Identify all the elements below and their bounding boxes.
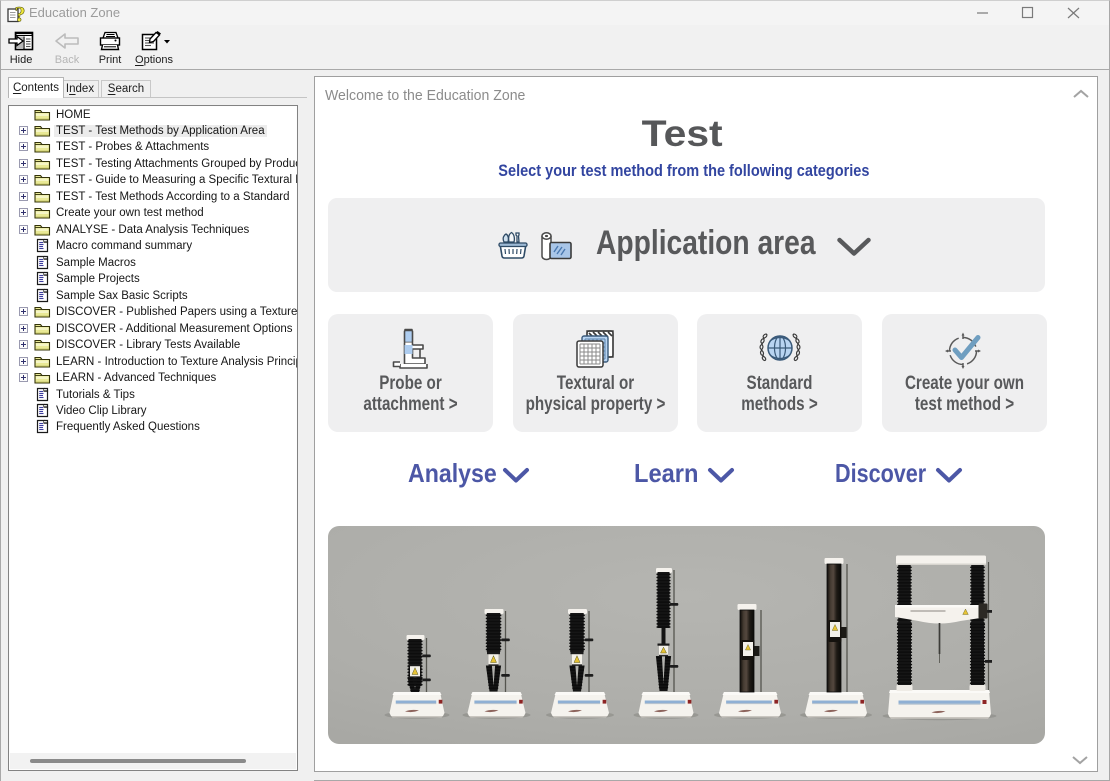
svg-text:?: ?	[15, 5, 26, 24]
